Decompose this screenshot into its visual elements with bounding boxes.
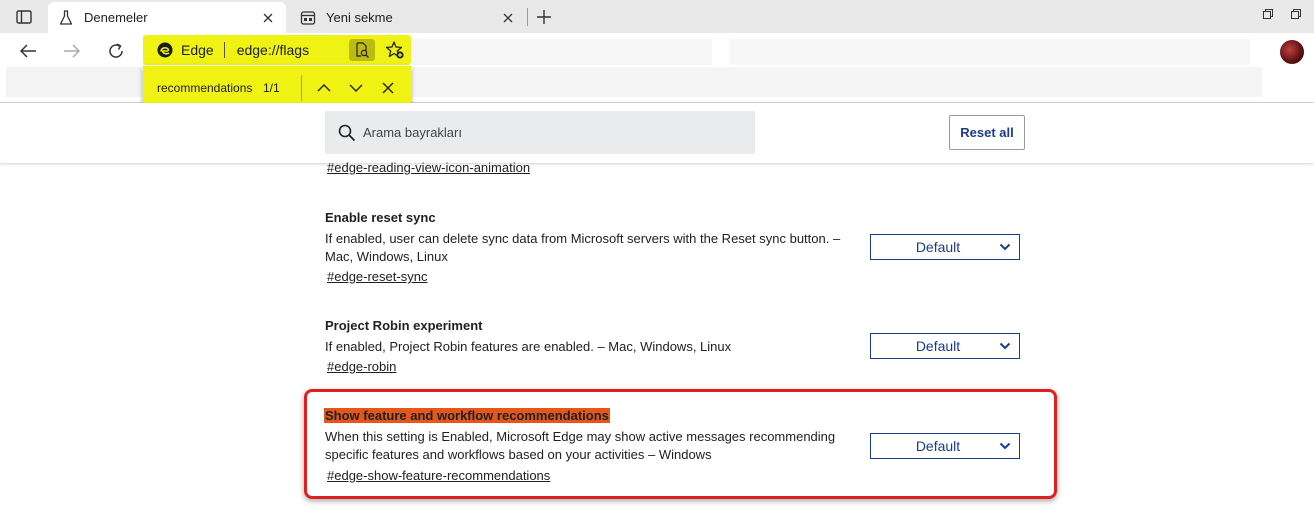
flag-anchor-link[interactable]: #edge-robin	[327, 359, 396, 374]
forward-button[interactable]	[60, 39, 84, 63]
flags-header: Reset all	[0, 103, 1314, 163]
find-on-page-icon[interactable]	[349, 39, 375, 61]
flag-anchor-link[interactable]: #edge-show-feature-recommendations	[327, 468, 550, 483]
find-divider	[301, 75, 302, 101]
chevron-down-icon	[995, 436, 1015, 456]
address-divider	[223, 42, 225, 58]
find-close-button[interactable]	[376, 76, 400, 100]
arrow-right-icon	[64, 44, 81, 58]
find-previous-button[interactable]	[312, 76, 336, 100]
avatar[interactable]	[1280, 40, 1304, 64]
restore-window-button[interactable]	[1260, 6, 1276, 22]
close-window-button[interactable]	[1288, 6, 1304, 22]
refresh-button[interactable]	[104, 39, 128, 63]
redacted-area	[412, 39, 712, 65]
flag-state-select[interactable]: Default	[870, 433, 1020, 459]
flag-state-select[interactable]: Default	[870, 333, 1020, 359]
arrow-left-icon	[19, 44, 36, 58]
new-tab-button[interactable]	[532, 5, 556, 29]
search-icon	[337, 123, 357, 143]
tab-denemeler[interactable]: Denemeler	[48, 2, 286, 33]
tab-actions-icon	[16, 10, 32, 24]
close-icon	[382, 82, 394, 94]
find-match-highlight: Show feature and workflow recommendation…	[324, 408, 610, 423]
redacted-area	[412, 67, 1262, 97]
close-icon[interactable]	[260, 10, 276, 26]
refresh-icon	[109, 43, 123, 58]
flask-icon	[58, 9, 74, 26]
find-next-button[interactable]	[344, 76, 368, 100]
select-value: Default	[915, 338, 961, 354]
edge-logo-icon	[157, 42, 173, 58]
address-label: Edge	[181, 42, 214, 58]
redacted-area	[730, 39, 1250, 65]
flag-anchor-link[interactable]: #edge-reset-sync	[327, 269, 427, 284]
reset-all-button[interactable]: Reset all	[949, 115, 1025, 150]
flag-title: Enable reset sync	[325, 210, 436, 225]
tab-title: Yeni sekme	[326, 10, 393, 25]
restore-icon	[1263, 9, 1273, 19]
flag-state-select[interactable]: Default	[870, 234, 1020, 260]
restore-icon	[1291, 9, 1301, 19]
chevron-down-icon	[995, 237, 1015, 257]
newtab-page-icon	[300, 10, 316, 26]
search-input[interactable]	[363, 125, 743, 140]
back-button[interactable]	[16, 39, 40, 63]
select-value: Default	[915, 438, 961, 454]
address-url[interactable]: edge://flags	[237, 42, 349, 58]
flag-title: Project Robin experiment	[325, 318, 483, 333]
tab-yeni-sekme[interactable]: Yeni sekme	[290, 2, 526, 33]
tab-divider	[527, 8, 528, 26]
close-icon[interactable]	[500, 10, 516, 26]
add-favorite-icon[interactable]	[385, 40, 405, 60]
chevron-down-icon	[349, 84, 363, 92]
tab-title: Denemeler	[84, 10, 148, 25]
chevron-down-icon	[995, 336, 1015, 356]
flag-title: Show feature and workflow recommendation…	[324, 408, 610, 423]
tab-actions-button[interactable]	[10, 6, 38, 28]
find-input[interactable]: recommendations	[157, 81, 255, 95]
flag-description: If enabled, user can delete sync data fr…	[325, 231, 841, 264]
find-match-count: 1/1	[263, 81, 280, 95]
tab-strip: Denemeler Yeni sekme	[0, 0, 1314, 33]
flag-anchor-link[interactable]: #edge-reading-view-icon-animation	[327, 160, 530, 175]
select-value: Default	[915, 239, 961, 255]
flag-description: If enabled, Project Robin features are e…	[325, 339, 732, 354]
redacted-area	[6, 67, 142, 97]
chevron-up-icon	[317, 84, 331, 92]
plus-icon	[537, 10, 551, 24]
flag-description: When this setting is Enabled, Microsoft …	[325, 429, 836, 462]
address-bar[interactable]: Edge edge://flags	[143, 35, 411, 65]
flags-search-box[interactable]	[325, 111, 755, 154]
